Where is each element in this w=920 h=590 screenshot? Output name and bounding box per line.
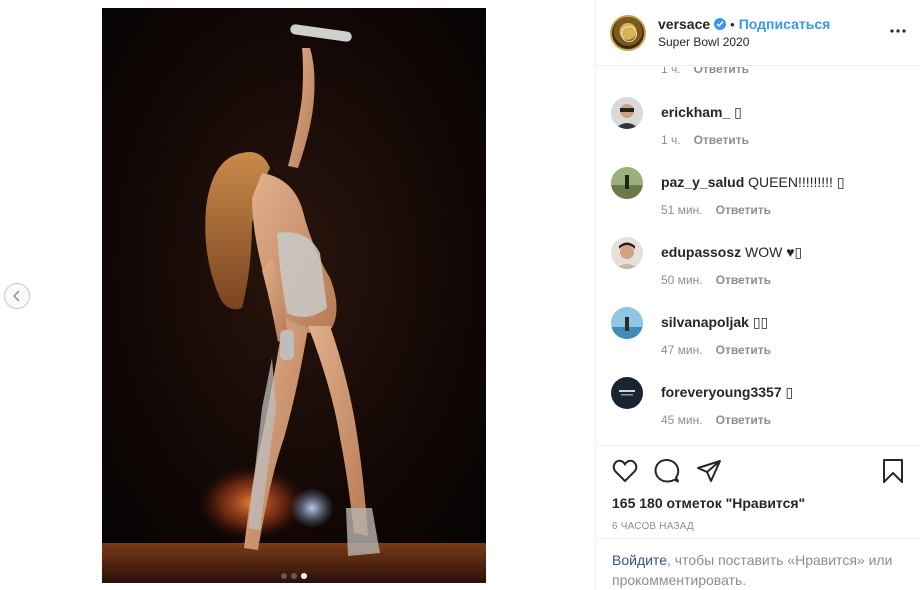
chevron-left-icon [12, 290, 20, 302]
comment-text: ▯ [785, 384, 794, 400]
header-text: versace • Подписаться Super Bowl 2020 [658, 16, 830, 49]
comment-time: 1 ч. [661, 67, 681, 76]
avatar[interactable] [611, 167, 643, 199]
login-link[interactable]: Войдите [612, 552, 667, 568]
avatar[interactable] [610, 14, 646, 51]
carousel-indicator [102, 573, 486, 579]
reply-button[interactable]: Ответить [694, 133, 749, 147]
carousel-dot-active [301, 573, 307, 579]
comment-icon[interactable] [654, 458, 680, 484]
comment-username[interactable]: edupassosz [661, 244, 741, 260]
carousel-dot [291, 573, 297, 579]
comment-time: 1 ч. [661, 133, 681, 147]
post-header: versace • Подписаться Super Bowl 2020 [596, 0, 920, 66]
list-item: edupassosz WOW ♥▯ 50 мин. Ответить [611, 237, 910, 297]
list-item: paz_y_salud QUEEN!!!!!!!!! ▯ 51 мин. Отв… [611, 167, 910, 227]
comment-text: WOW ♥▯ [745, 244, 803, 260]
reply-button[interactable]: Ответить [716, 203, 771, 217]
comment-meta-partial: 1 ч. Ответить [661, 67, 749, 76]
more-horizontal-icon[interactable] [890, 22, 906, 33]
list-item: silvanapoljak ▯▯ 47 мин. Ответить [611, 307, 910, 367]
comment-body: paz_y_salud QUEEN!!!!!!!!! ▯ 51 мин. Отв… [661, 173, 910, 217]
comment-body: edupassosz WOW ♥▯ 50 мин. Ответить [661, 243, 910, 287]
likes-count[interactable]: 165 180 отметок "Нравится" [612, 495, 904, 511]
verified-badge-icon [714, 18, 727, 30]
heart-icon[interactable] [612, 459, 638, 483]
avatar[interactable] [611, 237, 643, 269]
action-icons [612, 458, 904, 484]
login-prompt: Войдите, чтобы поставить «Нравится» или … [596, 538, 920, 590]
reply-button[interactable]: Ответить [716, 343, 771, 357]
comment-username[interactable]: erickham_ [661, 104, 730, 120]
comment-text: ▯ [734, 104, 742, 120]
comment-text-line: silvanapoljak ▯▯ [661, 313, 910, 331]
post-actions: 165 180 отметок "Нравится" 6 часов назад [596, 445, 920, 532]
avatar[interactable] [611, 307, 643, 339]
header-line: versace • Подписаться [658, 16, 830, 32]
carousel-dot [281, 573, 287, 579]
comment-meta: 47 мин. Ответить [661, 343, 910, 357]
avatar[interactable] [611, 97, 643, 129]
performer-photo [102, 8, 486, 583]
bookmark-icon[interactable] [882, 458, 904, 484]
post-details-panel: versace • Подписаться Super Bowl 2020 1 … [595, 0, 920, 590]
list-item: foreveryoung3357 ▯ 45 мин. Ответить [611, 377, 910, 437]
comment-time: 50 мин. [661, 273, 703, 287]
reply-button[interactable]: Ответить [716, 413, 771, 427]
follow-button[interactable]: Подписаться [739, 16, 831, 32]
comment-time: 47 мин. [661, 343, 703, 357]
comment-text: ▯▯ [752, 314, 769, 330]
carousel-prev-button[interactable] [4, 283, 30, 309]
comment-username[interactable]: foreveryoung3357 [661, 384, 782, 400]
comment-username[interactable]: silvanapoljak [661, 314, 749, 330]
location-link[interactable]: Super Bowl 2020 [658, 35, 830, 49]
comment-text-line: paz_y_salud QUEEN!!!!!!!!! ▯ [661, 173, 910, 191]
avatar[interactable] [611, 377, 643, 409]
comment-meta: 45 мин. Ответить [661, 413, 910, 427]
comment-meta: 51 мин. Ответить [661, 203, 910, 217]
post-timestamp[interactable]: 6 часов назад [612, 521, 904, 532]
comment-text-line: edupassosz WOW ♥▯ [661, 243, 910, 261]
username-link[interactable]: versace [658, 16, 710, 32]
comment-text: QUEEN!!!!!!!!! ▯ [748, 174, 845, 190]
comment-username[interactable]: paz_y_salud [661, 174, 744, 190]
comment-body: foreveryoung3357 ▯ 45 мин. Ответить [661, 383, 910, 427]
comment-time: 45 мин. [661, 413, 703, 427]
comments-list[interactable]: 1 ч. Ответить erickham_ ▯ 1 ч. Ответить [596, 67, 920, 445]
comment-meta: 50 мин. Ответить [661, 273, 910, 287]
comment-time: 51 мин. [661, 203, 703, 217]
post-photo[interactable] [102, 8, 486, 583]
comment-meta: 1 ч. Ответить [661, 133, 910, 147]
reply-button[interactable]: Ответить [716, 273, 771, 287]
comment-body: erickham_ ▯ 1 ч. Ответить [661, 103, 910, 147]
share-icon[interactable] [696, 459, 722, 483]
reply-button[interactable]: Ответить [694, 67, 749, 76]
comment-text-line: foreveryoung3357 ▯ [661, 383, 910, 401]
list-item: erickham_ ▯ 1 ч. Ответить [611, 97, 910, 157]
comment-body: silvanapoljak ▯▯ 47 мин. Ответить [661, 313, 910, 357]
separator-dot: • [730, 16, 735, 32]
post-media-area [0, 0, 595, 590]
comment-text-line: erickham_ ▯ [661, 103, 910, 121]
